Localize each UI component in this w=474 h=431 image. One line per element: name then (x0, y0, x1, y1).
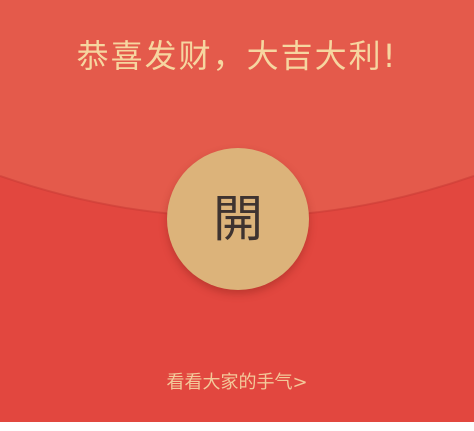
greeting-text: 恭喜发财，大吉大利! (76, 37, 398, 75)
open-button-label: 開 (213, 190, 263, 248)
open-button[interactable]: 開 (167, 148, 309, 290)
red-envelope: 恭喜发财，大吉大利! 開 看看大家的手气> (0, 0, 474, 431)
see-everyone-luck-link[interactable]: 看看大家的手气> (0, 370, 474, 396)
bottom-strip (0, 422, 474, 431)
